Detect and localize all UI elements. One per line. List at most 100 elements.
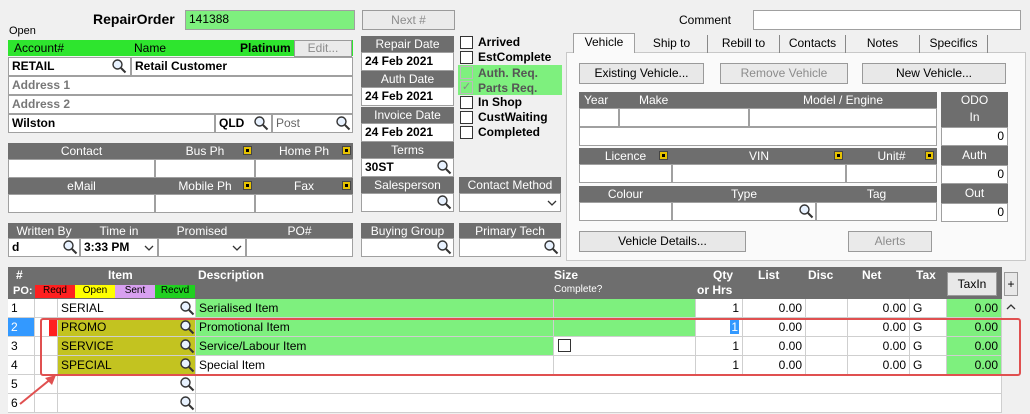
- terms-search-icon[interactable]: [436, 159, 452, 175]
- state-search-icon[interactable]: [253, 115, 269, 131]
- post-search-icon[interactable]: [335, 115, 351, 131]
- type-input[interactable]: [672, 202, 816, 221]
- row-6-item[interactable]: [58, 394, 196, 413]
- tag-input[interactable]: [816, 202, 937, 221]
- tab-contacts[interactable]: Contacts: [780, 35, 846, 53]
- tab-rebill-to[interactable]: Rebill to: [708, 35, 780, 53]
- next-number-button[interactable]: Next #: [362, 10, 455, 30]
- row-5-item[interactable]: [58, 375, 196, 394]
- scroll-up-icon[interactable]: [1004, 300, 1018, 314]
- repair-date-input[interactable]: 24 Feb 2021: [361, 52, 454, 71]
- row-1-number[interactable]: 1: [8, 299, 35, 318]
- row-1-item[interactable]: SERIAL: [58, 299, 196, 318]
- alerts-button[interactable]: Alerts: [848, 231, 932, 252]
- vehicle-description-input[interactable]: [579, 127, 937, 146]
- completed-checkbox[interactable]: [460, 126, 473, 139]
- row-1-qty[interactable]: 1: [696, 299, 743, 318]
- mobile-ph-header: Mobile Ph: [155, 178, 255, 194]
- grid-description-header: Description: [198, 268, 265, 282]
- mobile-ph-input[interactable]: [155, 194, 255, 213]
- row-6-description[interactable]: [196, 394, 1002, 413]
- add-column-button[interactable]: +: [1004, 272, 1018, 296]
- row-1-description[interactable]: Serialised Item: [196, 299, 554, 318]
- fax-header: Fax: [255, 178, 353, 194]
- home-ph-dial-icon[interactable]: [342, 146, 351, 155]
- taxin-button[interactable]: TaxIn: [947, 272, 997, 296]
- row-6-item-search-icon[interactable]: [179, 395, 195, 411]
- row-5-description[interactable]: [196, 375, 1002, 394]
- repair-date-header: Repair Date: [361, 36, 454, 52]
- row-1-item-search-icon[interactable]: [179, 300, 195, 316]
- grid-qty-header: Qty: [713, 268, 734, 282]
- repair-order-input[interactable]: 141388: [185, 10, 355, 30]
- tab-ship-to[interactable]: Ship to: [636, 35, 708, 53]
- invoice-date-input[interactable]: 24 Feb 2021: [361, 123, 454, 142]
- make-input[interactable]: [619, 108, 749, 127]
- tab-notes[interactable]: Notes: [846, 35, 920, 53]
- model-engine-input[interactable]: [749, 108, 937, 127]
- estcomplete-checkbox[interactable]: [460, 51, 473, 64]
- suburb-input[interactable]: Wilston: [8, 114, 215, 133]
- po-number-input[interactable]: [246, 238, 353, 257]
- email-input[interactable]: [8, 194, 155, 213]
- auth-date-input[interactable]: 24 Feb 2021: [361, 87, 454, 106]
- grid-hash-header: #: [16, 268, 23, 282]
- year-input[interactable]: [579, 108, 619, 127]
- row-1-disc[interactable]: [806, 299, 848, 318]
- bus-ph-dial-icon[interactable]: [243, 146, 252, 155]
- arrived-checkbox[interactable]: [460, 36, 473, 49]
- auth-req-checkbox[interactable]: [460, 66, 473, 79]
- colour-input[interactable]: [579, 202, 672, 221]
- comment-input[interactable]: [753, 10, 1021, 30]
- address2-input[interactable]: Address 2: [8, 95, 353, 114]
- time-in-header: Time in: [80, 223, 158, 239]
- in-shop-label: In Shop: [478, 95, 522, 109]
- edit-customer-button[interactable]: Edit...: [294, 40, 352, 57]
- row-3-number[interactable]: 3: [8, 337, 35, 356]
- vin-lookup-icon[interactable]: [834, 151, 843, 160]
- in-shop-checkbox[interactable]: [460, 96, 473, 109]
- existing-vehicle-button[interactable]: Existing Vehicle...: [579, 63, 704, 84]
- odo-auth-input[interactable]: 0: [941, 165, 1008, 184]
- custwaiting-checkbox[interactable]: [460, 111, 473, 124]
- row-5-item-search-icon[interactable]: [179, 376, 195, 392]
- contact-input[interactable]: [8, 159, 155, 178]
- vehicle-details-button[interactable]: Vehicle Details...: [579, 231, 746, 252]
- promised-chevron-down-icon[interactable]: [230, 241, 244, 255]
- row-1-po[interactable]: [35, 299, 58, 318]
- new-vehicle-button[interactable]: New Vehicle...: [862, 63, 1006, 84]
- row-1-taxin[interactable]: 0.00: [947, 299, 1002, 318]
- odo-out-input[interactable]: 0: [941, 203, 1008, 222]
- tab-specifics[interactable]: Specifics: [920, 35, 988, 53]
- row-2-number[interactable]: 2: [8, 318, 35, 337]
- licence-lookup-icon[interactable]: [659, 151, 668, 160]
- row-1-net[interactable]: 0.00: [848, 299, 910, 318]
- time-in-chevron-down-icon[interactable]: [142, 241, 156, 255]
- unit-input[interactable]: [846, 164, 937, 183]
- customer-name-input[interactable]: Retail Customer: [131, 57, 353, 76]
- parts-req-checkbox[interactable]: ✓: [460, 81, 473, 94]
- address1-input[interactable]: Address 1: [8, 76, 353, 95]
- written-by-search-icon[interactable]: [62, 239, 78, 255]
- fax-input[interactable]: [255, 194, 353, 213]
- account-search-icon[interactable]: [111, 58, 127, 74]
- odo-in-input[interactable]: 0: [941, 127, 1008, 146]
- tab-vehicle[interactable]: Vehicle: [573, 33, 635, 53]
- contact-method-chevron-down-icon[interactable]: [545, 196, 559, 210]
- home-ph-input[interactable]: [255, 159, 353, 178]
- unit-lookup-icon[interactable]: [925, 151, 934, 160]
- mobile-ph-dial-icon[interactable]: [243, 181, 252, 190]
- buying-group-search-icon[interactable]: [436, 239, 452, 255]
- remove-vehicle-button[interactable]: Remove Vehicle: [720, 63, 848, 84]
- row-1-tax[interactable]: G: [910, 299, 947, 318]
- fax-dial-icon[interactable]: [342, 181, 351, 190]
- primary-tech-search-icon[interactable]: [543, 239, 559, 255]
- type-search-icon[interactable]: [798, 203, 814, 219]
- contact-method-header: Contact Method: [459, 177, 561, 193]
- bus-ph-input[interactable]: [155, 159, 255, 178]
- vin-input[interactable]: [672, 164, 846, 183]
- row-1-size[interactable]: [554, 299, 696, 318]
- licence-input[interactable]: [579, 164, 672, 183]
- salesperson-search-icon[interactable]: [436, 194, 452, 210]
- row-1-list[interactable]: 0.00: [743, 299, 806, 318]
